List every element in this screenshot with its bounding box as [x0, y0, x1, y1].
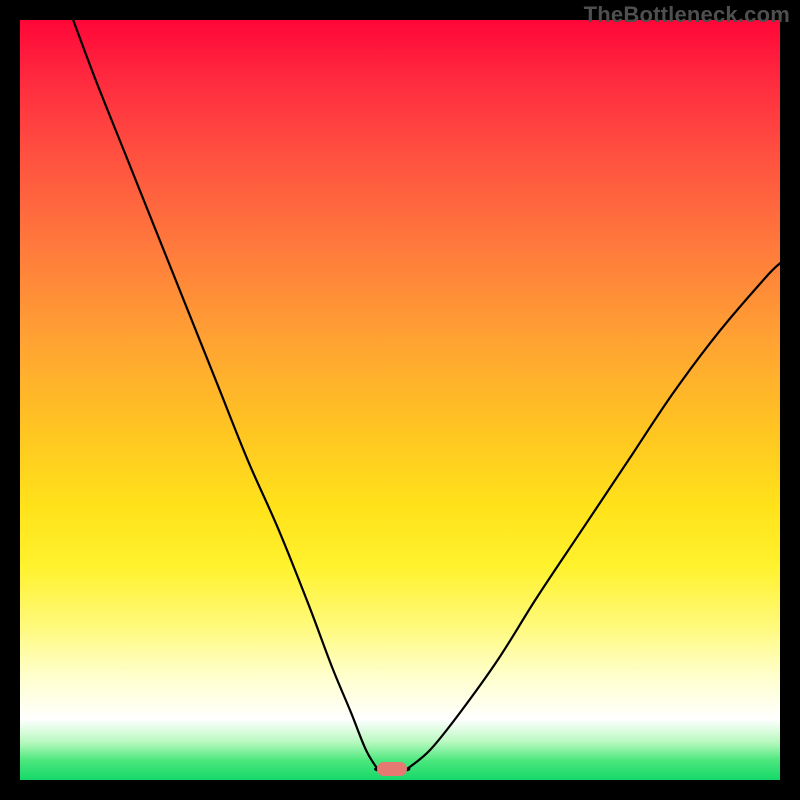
chart-frame: TheBottleneck.com: [0, 0, 800, 800]
optimal-point-marker: [377, 762, 407, 776]
bottleneck-curve: [20, 20, 780, 780]
plot-area: [20, 20, 780, 780]
watermark-label: TheBottleneck.com: [584, 2, 790, 28]
